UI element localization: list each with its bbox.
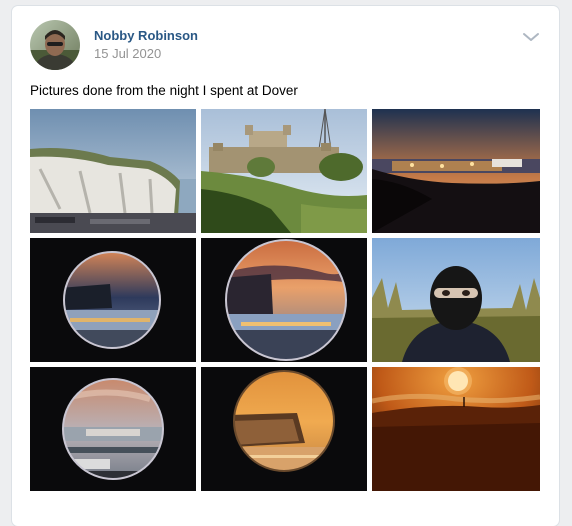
photo-dover-castle[interactable] [201, 109, 367, 233]
photo-telescope-ferry[interactable] [30, 367, 196, 491]
photo-telescope-sunset[interactable] [201, 238, 367, 362]
author-name[interactable]: Nobby Robinson [94, 28, 198, 43]
post-card: Nobby Robinson 15 Jul 2020 Pictures done… [12, 6, 559, 526]
photo-telescope-dusk[interactable] [30, 238, 196, 362]
post-date[interactable]: 15 Jul 2020 [94, 46, 161, 61]
chevron-down-icon[interactable] [522, 30, 540, 44]
photo-white-cliffs[interactable] [30, 109, 196, 233]
photo-telescope-orange[interactable] [201, 367, 367, 491]
photo-orange-sun[interactable] [372, 367, 540, 491]
photo-harbour-night[interactable] [372, 109, 540, 233]
user-avatar[interactable] [30, 20, 80, 70]
post-text: Pictures done from the night I spent at … [30, 83, 298, 98]
photo-masked-portrait[interactable] [372, 238, 540, 362]
